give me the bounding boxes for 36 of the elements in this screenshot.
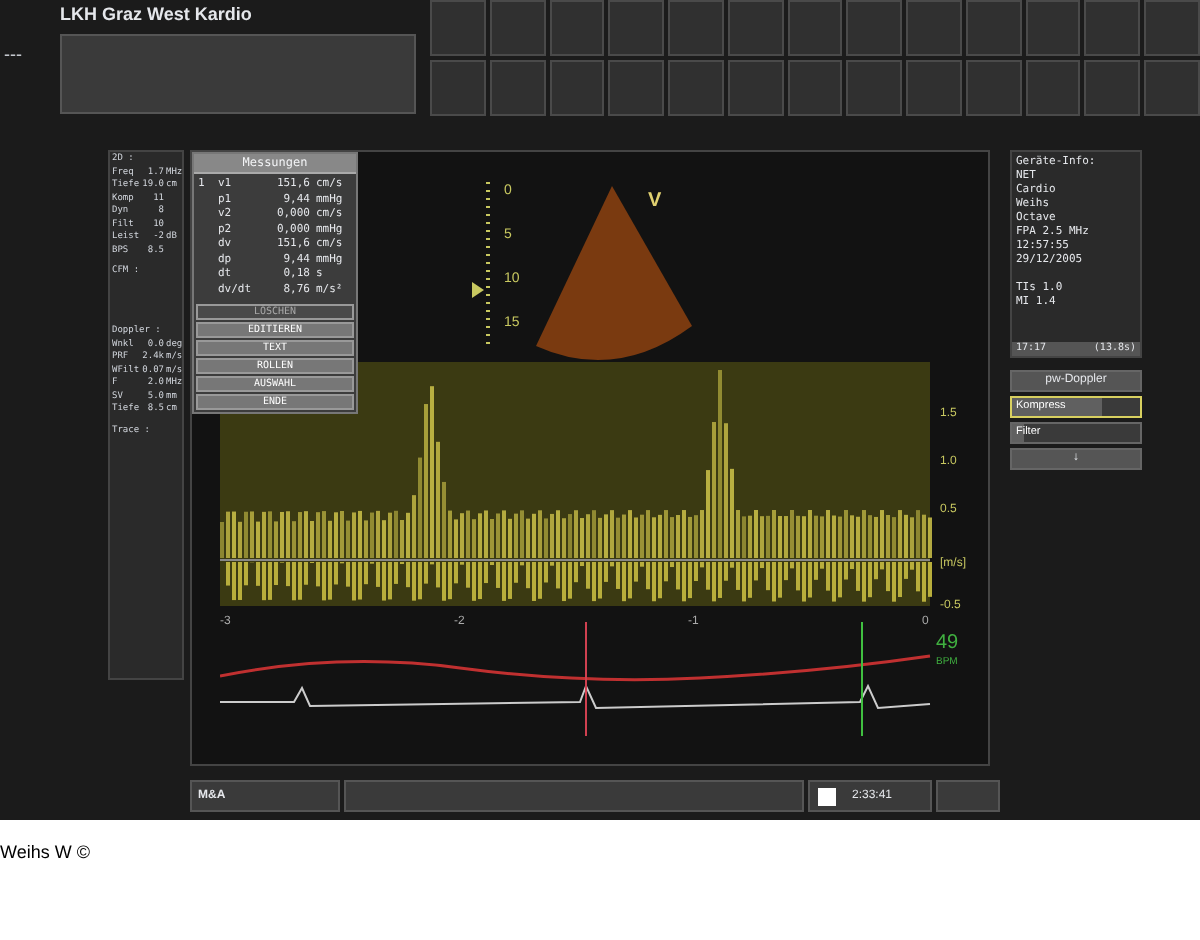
panel-key[interactable] xyxy=(489,0,546,56)
panel-key[interactable] xyxy=(549,0,605,56)
panel-key[interactable] xyxy=(846,0,903,56)
panel-key[interactable] xyxy=(727,0,784,56)
panel-key[interactable] xyxy=(787,60,843,116)
panel-key[interactable] xyxy=(608,0,665,56)
status-field xyxy=(936,780,1000,812)
panel-key[interactable] xyxy=(906,0,962,56)
focus-marker-icon xyxy=(472,282,484,298)
checkbox[interactable] xyxy=(818,787,836,805)
panel-key[interactable] xyxy=(489,60,546,116)
panel-key[interactable] xyxy=(430,60,486,116)
panel-key[interactable] xyxy=(1144,60,1200,116)
panel-key[interactable] xyxy=(549,60,605,116)
panel-key[interactable] xyxy=(1084,60,1141,116)
cursor-line xyxy=(861,621,863,737)
panel-key[interactable] xyxy=(727,60,784,116)
view-label: V xyxy=(648,190,662,212)
panel-key[interactable] xyxy=(787,0,843,56)
panel-key[interactable] xyxy=(965,0,1022,56)
panel-key[interactable] xyxy=(1144,0,1200,56)
heart-rate: 49 xyxy=(936,632,959,654)
marker-text: --- xyxy=(4,44,22,64)
panel-key[interactable] xyxy=(906,60,962,116)
panel-key[interactable] xyxy=(668,0,724,56)
panel-key[interactable] xyxy=(965,60,1022,116)
panel-key[interactable] xyxy=(430,0,486,56)
panel-key[interactable] xyxy=(1025,60,1081,116)
panel-key[interactable] xyxy=(1084,0,1141,56)
panel-key[interactable] xyxy=(608,60,665,116)
panel-key[interactable] xyxy=(1025,0,1081,56)
image-credit: Weihs W © xyxy=(0,842,90,862)
panel-key[interactable] xyxy=(668,60,724,116)
panel-key[interactable] xyxy=(846,60,903,116)
station-title: LKH Graz West Kardio xyxy=(60,2,254,28)
cursor-line xyxy=(585,621,587,737)
